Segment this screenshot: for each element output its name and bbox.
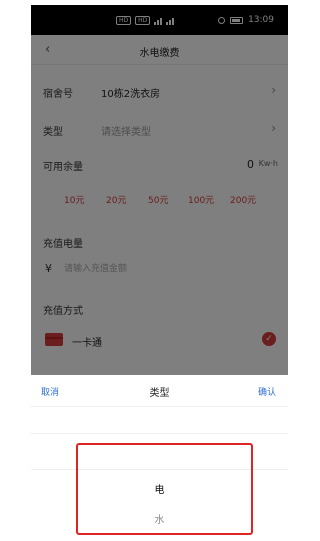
- confirm-button[interactable]: 确认: [258, 385, 276, 398]
- highlight-box: [76, 443, 253, 535]
- picker-divider: [31, 433, 288, 434]
- picker-header: 取消 类型 确认: [31, 375, 288, 407]
- phone-screen: HD HD 13:09 ‹ 水电缴费 宿舍号 10栋2洗衣房 › 类型 请选择类…: [31, 5, 288, 536]
- picker-title: 类型: [149, 388, 170, 399]
- dim-overlay[interactable]: [31, 5, 288, 375]
- type-picker-sheet: 取消 类型 确认 电 水: [31, 375, 288, 536]
